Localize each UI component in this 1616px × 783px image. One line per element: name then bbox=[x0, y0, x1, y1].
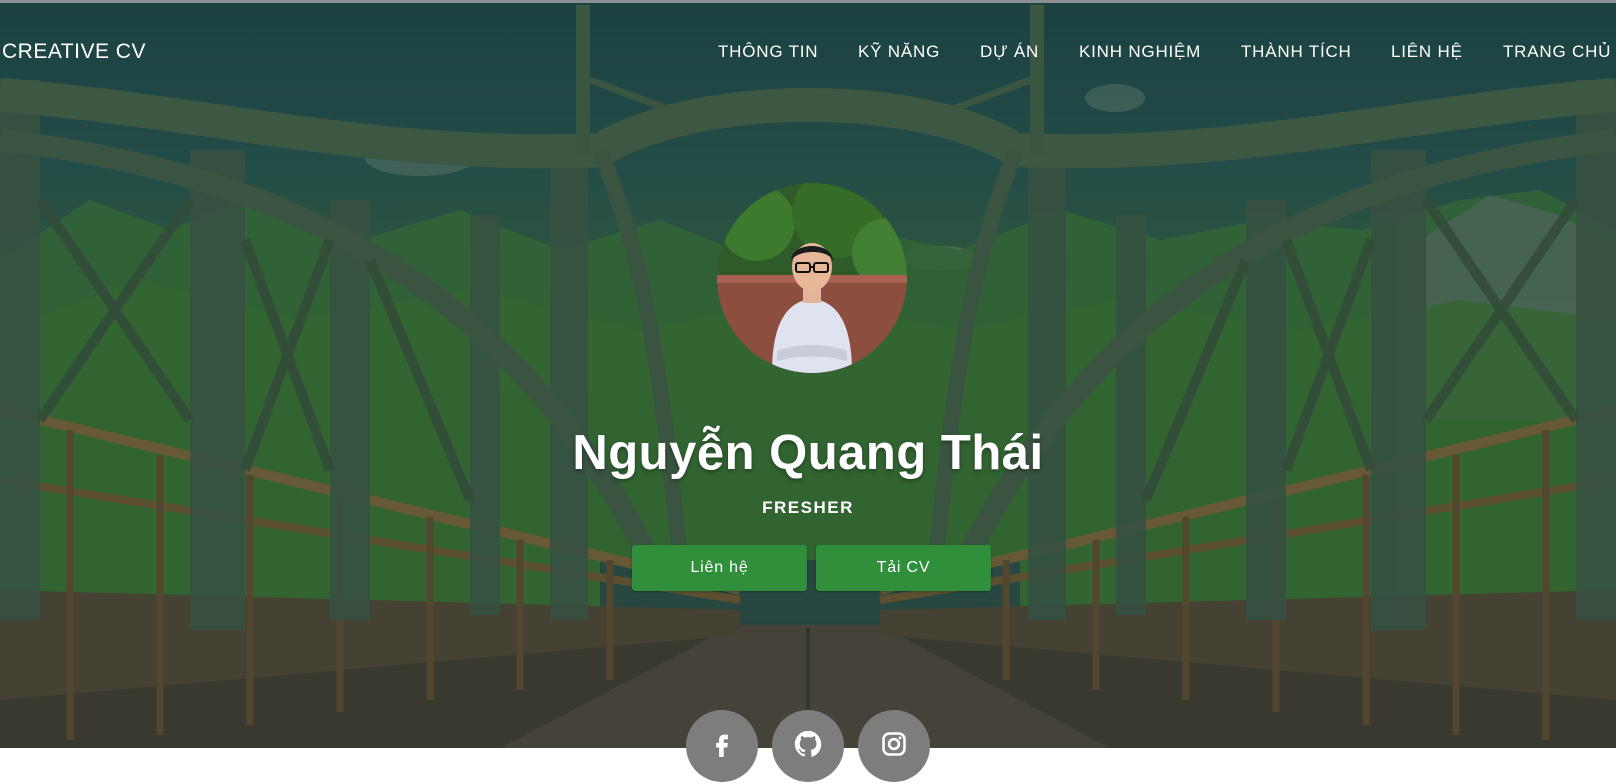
github-icon bbox=[793, 729, 823, 764]
hero-section: CREATIVE CV THÔNG TIN KỸ NĂNG DỰ ÁN KINH… bbox=[0, 0, 1616, 748]
nav-item-kinh-nghiem[interactable]: KINH NGHIỆM bbox=[1079, 42, 1201, 62]
profile-role: FRESHER bbox=[762, 498, 854, 517]
instagram-link[interactable] bbox=[858, 710, 930, 782]
download-cv-button[interactable]: Tải CV bbox=[816, 545, 991, 591]
main-nav: THÔNG TIN KỸ NĂNG DỰ ÁN KINH NGHIỆM THÀN… bbox=[0, 42, 1616, 66]
nav-item-ky-nang[interactable]: KỸ NĂNG bbox=[858, 42, 940, 62]
top-border bbox=[0, 0, 1616, 3]
nav-item-thanh-tich[interactable]: THÀNH TÍCH bbox=[1241, 42, 1352, 62]
github-link[interactable] bbox=[772, 710, 844, 782]
bridge-background-image bbox=[0, 0, 1616, 748]
profile-name: Nguyễn Quang Thái bbox=[572, 426, 1044, 480]
profile-photo bbox=[717, 183, 907, 373]
nav-item-thong-tin[interactable]: THÔNG TIN bbox=[718, 42, 818, 62]
facebook-link[interactable] bbox=[686, 710, 758, 782]
contact-button[interactable]: Liên hệ bbox=[632, 545, 807, 591]
nav-item-du-an[interactable]: DỰ ÁN bbox=[980, 42, 1039, 62]
nav-item-trang-chu[interactable]: TRANG CHỦ bbox=[1503, 42, 1611, 62]
profile-avatar bbox=[717, 183, 907, 373]
instagram-icon bbox=[880, 730, 908, 763]
nav-item-lien-he[interactable]: LIÊN HỆ bbox=[1391, 42, 1463, 62]
facebook-icon bbox=[708, 730, 736, 763]
